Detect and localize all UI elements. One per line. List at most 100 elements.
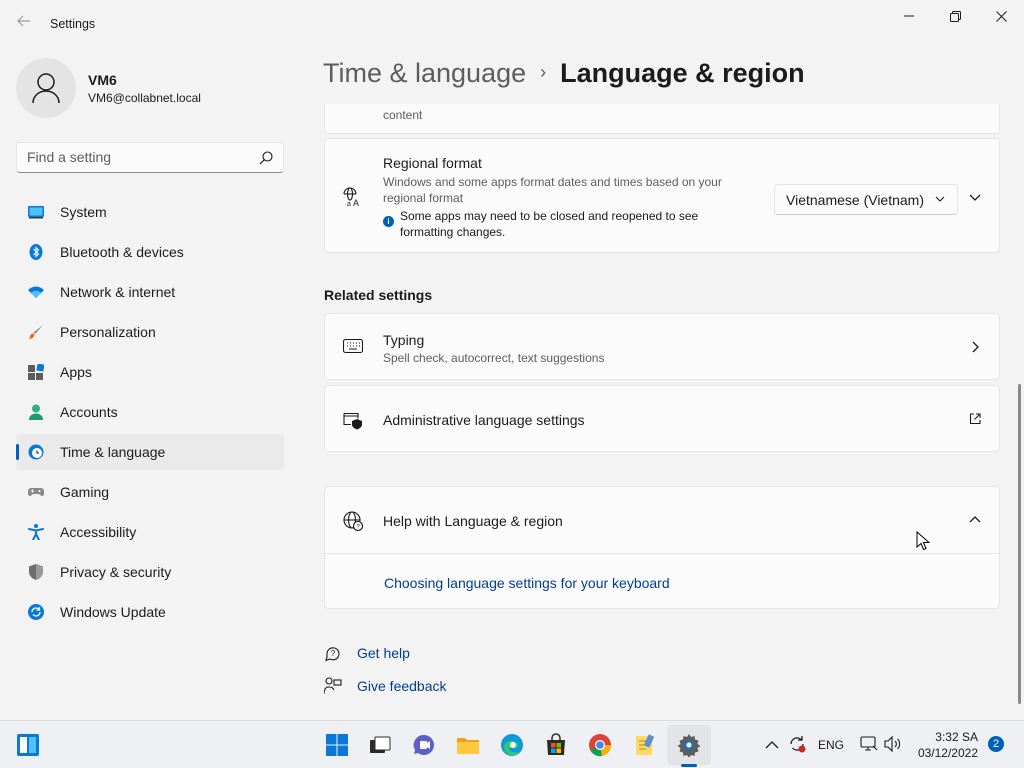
keyboard-language-help-link[interactable]: Choosing language settings for your keyb… [384,575,670,591]
sidebar-item-gaming[interactable]: Gaming [16,474,284,510]
regional-format-card: Aa Regional format Windows and some apps… [324,138,1000,253]
page-title: Language & region [560,58,805,88]
svg-text:?: ? [356,524,360,531]
close-icon [995,10,1007,22]
sidebar-item-accessibility[interactable]: Accessibility [16,514,284,550]
back-button[interactable] [12,12,36,36]
sidebar-item-bluetooth[interactable]: Bluetooth & devices [16,234,284,270]
sidebar-item-windows-update[interactable]: Windows Update [16,594,284,630]
clock-time: 3:32 SA [935,730,978,744]
sidebar-item-privacy[interactable]: Privacy & security [16,554,284,590]
sidebar-item-label: Apps [60,364,92,380]
get-help-icon: ? [325,647,340,662]
wifi-icon [28,286,44,298]
sidebar-item-label: Accessibility [60,524,137,540]
chrome-icon[interactable] [588,733,612,757]
keyboard-icon [343,338,363,354]
get-help-link[interactable]: Get help [357,645,410,661]
widgets-icon[interactable] [16,733,40,757]
admin-language-card[interactable]: Administrative language settings [324,385,1000,452]
clock-date: 03/12/2022 [917,746,978,760]
shield-icon [29,564,43,580]
external-link-icon [969,413,981,425]
show-hidden-icons-icon[interactable] [764,737,780,753]
chevron-right-icon [972,341,979,353]
chevron-down-icon [935,196,945,202]
network-icon[interactable] [860,736,878,752]
sidebar-item-apps[interactable]: Apps [16,354,284,390]
chat-icon[interactable] [412,733,436,757]
notification-badge[interactable]: 2 [988,736,1004,752]
mouse-cursor-icon [916,531,930,551]
sidebar-item-time-language[interactable]: Time & language [16,434,284,470]
volume-icon[interactable] [884,736,902,752]
sidebar-item-accounts[interactable]: Accounts [16,394,284,430]
app-title: Settings [50,17,96,31]
task-view-icon[interactable] [368,733,392,757]
partial-card-desc: content [383,108,423,122]
scrollbar-thumb[interactable] [1018,384,1021,704]
regional-format-dropdown[interactable]: Vietnamese (Vietnam) [774,184,958,215]
file-explorer-icon[interactable] [456,733,480,757]
notepad-icon[interactable] [632,733,656,757]
user-icon [32,73,60,104]
sidebar-nav: System Bluetooth & devices Network & int… [16,194,284,634]
sidebar-item-network[interactable]: Network & internet [16,274,284,310]
avatar[interactable] [16,58,76,118]
related-settings-heading: Related settings [324,287,433,303]
svg-text:a: a [347,201,351,207]
system-icon [28,206,44,219]
search-input[interactable] [27,149,247,165]
title-bar: Settings [0,0,1024,48]
restore-button[interactable] [932,4,978,28]
main-content: content Aa Regional format Windows and s… [320,104,1010,718]
admin-shield-icon [343,412,362,430]
typing-desc: Spell check, autocorrect, text suggestio… [383,351,605,365]
regional-format-icon: Aa [343,187,359,207]
sidebar-item-personalization[interactable]: Personalization [16,314,284,350]
help-card-header[interactable]: ? Help with Language & region [325,487,999,554]
sidebar-item-system[interactable]: System [16,194,284,230]
user-email: VM6@collabnet.local [88,91,201,105]
settings-icon[interactable] [677,733,701,757]
sidebar-item-label: Accounts [60,404,118,420]
typing-title: Typing [383,332,425,348]
accessibility-icon [28,524,44,540]
edge-icon[interactable] [500,733,524,757]
close-button[interactable] [978,4,1024,28]
breadcrumb-separator: › [540,62,547,82]
help-title: Help with Language & region [383,513,563,529]
input-language-indicator[interactable]: ENG [818,738,844,752]
typing-card[interactable]: Typing Spell check, autocorrect, text su… [324,313,1000,380]
expand-chevron-icon[interactable] [969,191,981,203]
regional-format-desc: Windows and some apps format dates and t… [383,175,722,205]
user-name: VM6 [88,72,117,88]
help-card: ? Help with Language & region Choosing l… [324,486,1000,609]
store-icon[interactable] [544,733,568,757]
brush-icon [29,325,43,339]
globe-help-icon: ? [343,511,363,531]
info-icon: i [383,216,394,227]
bluetooth-icon [29,244,43,260]
start-icon[interactable] [325,733,349,757]
minimize-icon [904,15,914,17]
svg-text:?: ? [331,649,336,658]
minimize-button[interactable] [886,4,932,28]
chevron-up-icon [969,516,981,523]
accounts-icon [29,404,43,420]
sidebar-item-label: Windows Update [60,604,166,620]
apps-icon [28,364,44,380]
back-arrow-icon [17,15,30,27]
give-feedback-link[interactable]: Give feedback [357,678,447,694]
svg-text:A: A [353,198,359,207]
sync-error-icon[interactable] [788,735,806,753]
breadcrumb-parent[interactable]: Time & language [323,58,526,88]
feedback-icon [324,677,342,695]
search-box[interactable] [16,142,284,173]
admin-language-title: Administrative language settings [383,412,585,428]
gamepad-icon [28,488,44,496]
clock[interactable]: 3:32 SA 03/12/2022 [910,729,978,761]
sidebar-item-label: Privacy & security [60,564,172,580]
restore-icon [949,10,961,22]
sidebar-item-label: Bluetooth & devices [60,244,184,260]
